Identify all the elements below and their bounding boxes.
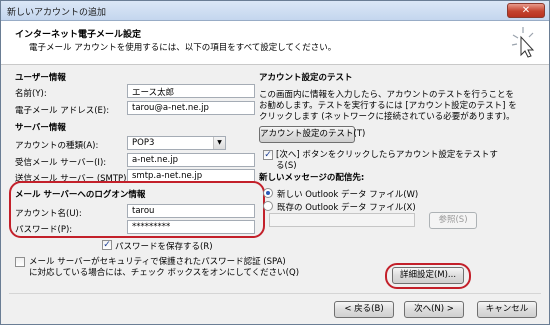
email-input[interactable]: tarou@a-net.ne.jp bbox=[127, 101, 255, 115]
spa-label-line2: に対応している場合には、チェック ボックスをオンにしてください(Q) bbox=[29, 268, 300, 278]
password-label: パスワード(P): bbox=[15, 225, 73, 235]
cancel-button[interactable]: キャンセル bbox=[477, 301, 537, 318]
account-type-select[interactable]: POP3 ▼ bbox=[127, 136, 226, 150]
title-bar: 新しいアカウントの追加 ✕ bbox=[1, 1, 549, 21]
logon-info-heading: メール サーバーへのログオン情報 bbox=[15, 190, 146, 200]
server-info-heading: サーバー情報 bbox=[15, 123, 66, 133]
account-name-input[interactable]: tarou bbox=[127, 204, 255, 218]
test-on-next-label-line2: る(S) bbox=[276, 161, 297, 171]
user-info-heading: ユーザー情報 bbox=[15, 73, 66, 83]
pointer-cursor-icon bbox=[511, 27, 535, 58]
more-settings-button[interactable]: 詳細設定(M)... bbox=[392, 267, 464, 284]
existing-data-file-radio[interactable] bbox=[263, 201, 273, 211]
delivery-heading: 新しいメッセージの配信先: bbox=[259, 173, 365, 183]
remember-password-label: パスワードを保存する(R) bbox=[115, 242, 213, 252]
test-desc-line3: クリックします (ネットワークに接続されている必要があります)。 bbox=[259, 112, 515, 122]
account-type-value: POP3 bbox=[132, 138, 155, 148]
page-subtitle: 電子メール アカウントを使用するには、以下の項目をすべて設定してください。 bbox=[29, 43, 337, 53]
page-title: インターネット電子メール設定 bbox=[15, 30, 142, 40]
chevron-down-icon[interactable]: ▼ bbox=[213, 137, 225, 149]
next-button[interactable]: 次へ(N) > bbox=[404, 301, 464, 318]
close-button[interactable]: ✕ bbox=[507, 3, 545, 18]
footer-divider bbox=[9, 293, 541, 294]
account-type-label: アカウントの種類(A): bbox=[15, 141, 99, 151]
test-heading: アカウント設定のテスト bbox=[259, 73, 353, 83]
incoming-server-input[interactable]: a-net.ne.jp bbox=[127, 153, 255, 167]
window-title: 新しいアカウントの追加 bbox=[7, 8, 107, 18]
add-account-dialog: 新しいアカウントの追加 ✕ インターネット電子メール設定 電子メール アカウント… bbox=[0, 0, 550, 325]
test-on-next-checkbox[interactable]: ✓ bbox=[263, 150, 273, 160]
existing-data-file-label: 既存の Outlook データ ファイル(X) bbox=[277, 203, 416, 213]
existing-data-file-path[interactable] bbox=[269, 213, 415, 227]
email-label: 電子メール アドレス(E): bbox=[15, 106, 110, 116]
account-name-label: アカウント名(U): bbox=[15, 209, 82, 219]
name-input[interactable]: エース太郎 bbox=[127, 84, 255, 98]
spa-checkbox[interactable] bbox=[15, 257, 25, 267]
new-data-file-radio[interactable] bbox=[263, 188, 273, 198]
dialog-header: インターネット電子メール設定 電子メール アカウントを使用するには、以下の項目を… bbox=[1, 21, 549, 65]
test-on-next-label-line1: [次へ] ボタンをクリックしたらアカウント設定をテストす bbox=[276, 150, 498, 160]
name-label: 名前(Y): bbox=[15, 89, 47, 99]
new-data-file-label: 新しい Outlook データ ファイル(W) bbox=[277, 190, 419, 200]
back-button[interactable]: < 戻る(B) bbox=[334, 301, 394, 318]
incoming-server-label: 受信メール サーバー(I): bbox=[15, 158, 107, 168]
password-input[interactable]: ********* bbox=[127, 220, 255, 234]
test-account-button[interactable]: アカウント設定のテスト(T) bbox=[259, 126, 365, 143]
remember-password-checkbox[interactable]: ✓ bbox=[102, 240, 112, 250]
browse-button[interactable]: 参照(S) bbox=[429, 212, 477, 229]
